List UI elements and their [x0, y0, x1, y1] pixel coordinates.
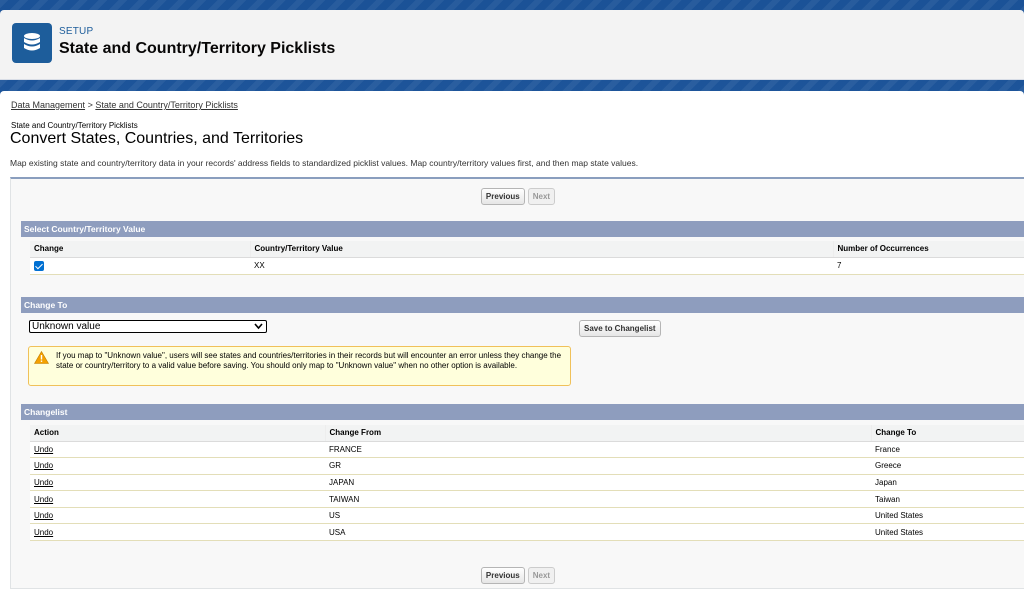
- table-row: Undo US United States: [30, 507, 1024, 525]
- change-to-selected-value: Unknown value: [32, 321, 101, 332]
- change-to-section-header: Change To: [21, 297, 1024, 313]
- setup-header: SETUP State and Country/Territory Pickli…: [0, 10, 1024, 80]
- main-content: Data Management > State and Country/Terr…: [0, 91, 1024, 613]
- change-from-cell: GR: [325, 457, 871, 475]
- change-to-cell: Japan: [871, 474, 1024, 492]
- change-from-cell: US: [325, 507, 871, 525]
- country-value-cell: XX: [250, 257, 833, 275]
- top-nav-buttons: Previous Next: [11, 188, 1024, 205]
- warning-text: If you map to "Unknown value", users wil…: [56, 351, 562, 370]
- bottom-nav-buttons: Previous Next: [11, 567, 1024, 584]
- undo-link[interactable]: Undo: [34, 528, 53, 537]
- column-header-change: Change: [30, 241, 251, 258]
- occurrences-cell: 7: [833, 257, 1024, 275]
- save-to-changelist-button[interactable]: Save to Changelist: [579, 320, 661, 337]
- changelist-table: Action Change From Change To Undo FRANCE…: [30, 425, 1024, 542]
- change-checkbox[interactable]: [34, 260, 44, 271]
- previous-button[interactable]: Previous: [480, 188, 525, 205]
- table-row: Undo USA United States: [30, 523, 1024, 542]
- undo-link[interactable]: Undo: [34, 478, 53, 487]
- undo-link[interactable]: Undo: [34, 445, 53, 454]
- change-from-cell: JAPAN: [325, 474, 871, 492]
- table-row: Undo JAPAN Japan: [30, 474, 1024, 492]
- changelist-section-header: Changelist: [21, 404, 1024, 420]
- chevron-down-icon: [254, 322, 263, 333]
- change-from-cell: USA: [325, 523, 871, 542]
- table-row: Undo GR Greece: [30, 457, 1024, 475]
- change-from-cell: TAIWAN: [325, 490, 871, 508]
- undo-link[interactable]: Undo: [34, 495, 53, 504]
- table-row: Undo TAIWAN Taiwan: [30, 490, 1024, 508]
- page-pre-title: State and Country/Territory Picklists: [11, 121, 138, 130]
- change-cell: [30, 257, 250, 275]
- change-to-cell: Taiwan: [871, 490, 1024, 508]
- select-section-header: Select Country/Territory Value: [21, 221, 1024, 237]
- table-row: Undo FRANCE France: [30, 441, 1024, 459]
- column-header-change-to: Change To: [871, 425, 1024, 442]
- warning-message: If you map to "Unknown value", users wil…: [28, 346, 571, 386]
- page-header-title: State and Country/Territory Picklists: [59, 40, 336, 57]
- breadcrumb-picklists[interactable]: State and Country/Territory Picklists: [95, 100, 238, 110]
- page-title: Convert States, Countries, and Territori…: [10, 130, 304, 147]
- change-from-cell: FRANCE: [325, 441, 871, 459]
- change-to-select[interactable]: Unknown value: [29, 320, 267, 333]
- undo-link[interactable]: Undo: [34, 511, 53, 520]
- column-header-occurrences: Number of Occurrences: [833, 241, 1024, 258]
- change-to-cell: United States: [871, 507, 1024, 525]
- breadcrumb-data-management[interactable]: Data Management: [11, 100, 85, 110]
- change-to-cell: United States: [871, 523, 1024, 542]
- column-header-change-from: Change From: [325, 425, 872, 442]
- change-to-cell: France: [871, 441, 1024, 459]
- table-row: XX 7: [30, 257, 1024, 275]
- setup-eyebrow: SETUP: [59, 26, 94, 37]
- warning-icon: [33, 350, 50, 367]
- column-header-action: Action: [30, 425, 326, 442]
- undo-link[interactable]: Undo: [34, 461, 53, 470]
- column-header-country-value: Country/Territory Value: [250, 241, 834, 258]
- previous-button[interactable]: Previous: [480, 567, 525, 584]
- wizard-block: Previous Next Select Country/Territory V…: [10, 177, 1024, 589]
- database-icon: [12, 23, 52, 63]
- breadcrumb: Data Management > State and Country/Terr…: [11, 100, 238, 110]
- next-button[interactable]: Next: [527, 567, 556, 584]
- select-country-table: Change Country/Territory Value Number of…: [30, 241, 1024, 275]
- change-to-cell: Greece: [871, 457, 1024, 475]
- next-button[interactable]: Next: [527, 188, 556, 205]
- page-description: Map existing state and country/territory…: [10, 158, 639, 168]
- breadcrumb-separator: >: [87, 100, 93, 110]
